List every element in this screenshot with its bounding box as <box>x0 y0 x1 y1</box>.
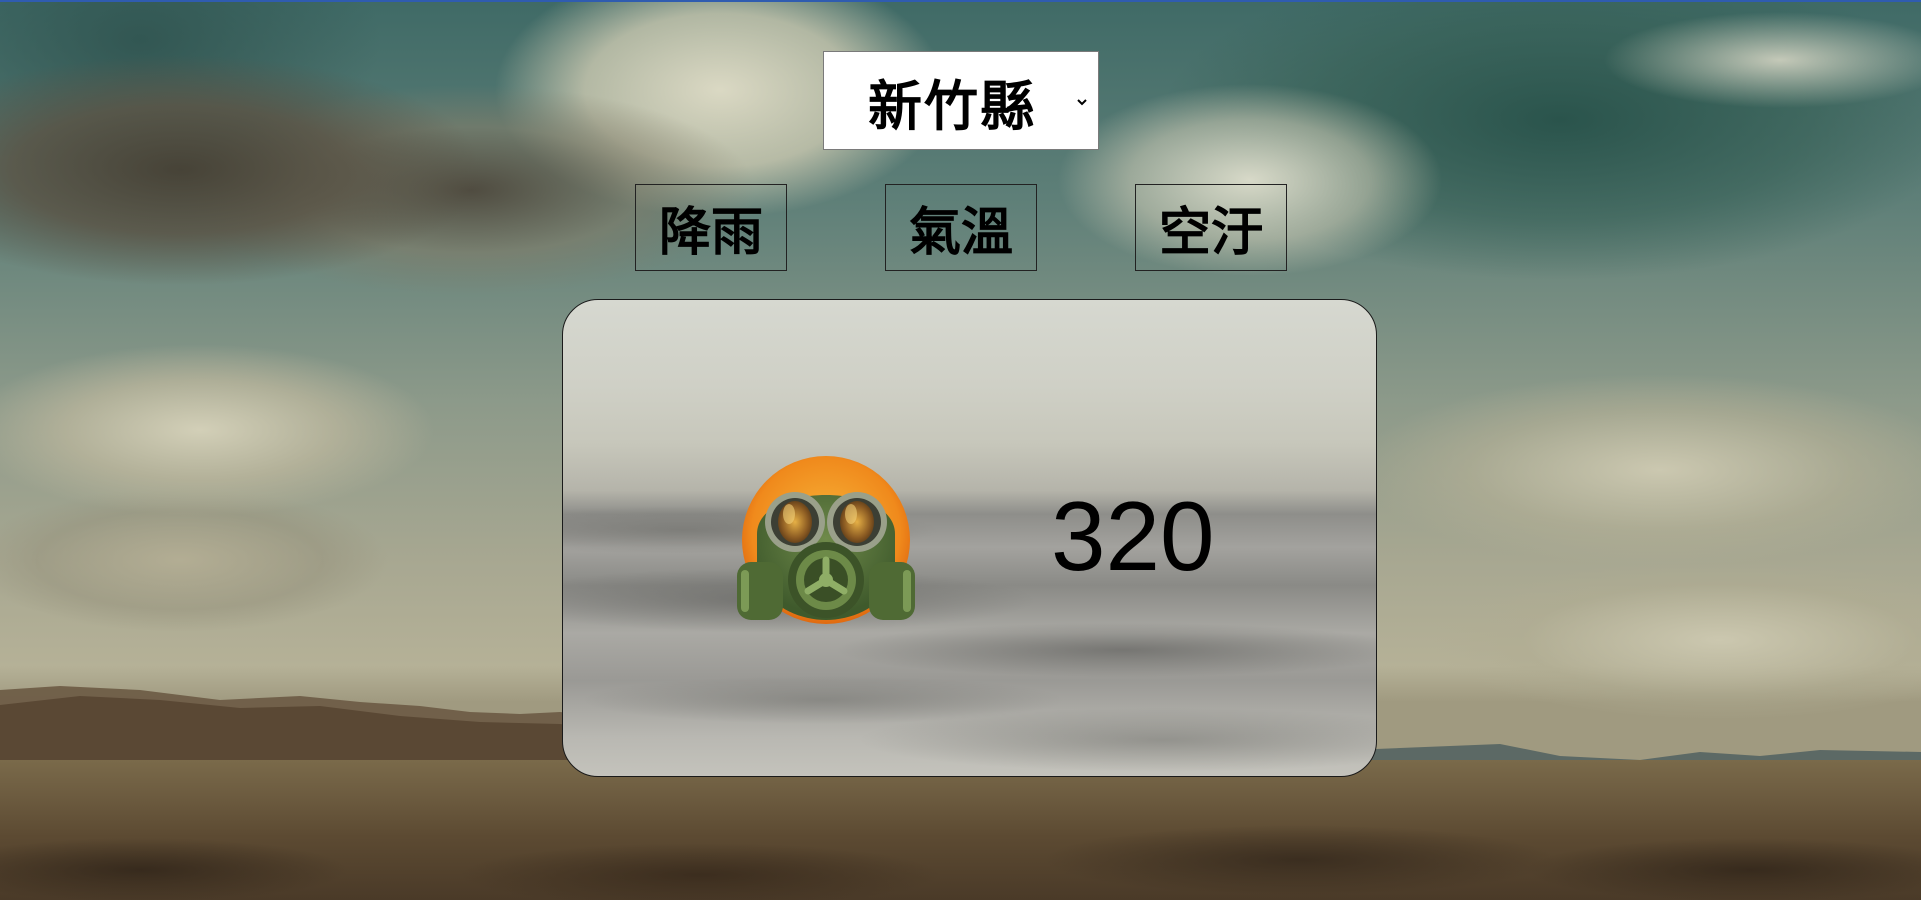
city-select[interactable]: 新竹縣 <box>823 51 1099 150</box>
result-card: 320 <box>562 299 1377 777</box>
tab-air-pollution-button[interactable]: 空汙 <box>1135 184 1287 271</box>
tab-temperature-button[interactable]: 氣溫 <box>885 184 1037 271</box>
tab-rain-button[interactable]: 降雨 <box>635 184 787 271</box>
city-select-value: 新竹縣 <box>868 75 1036 138</box>
gas-mask-icon <box>737 456 915 624</box>
foreground-plain <box>0 760 1921 900</box>
air-quality-value: 320 <box>1051 480 1215 591</box>
chevron-down-icon <box>1077 99 1087 106</box>
weather-app: 新竹縣 降雨 氣溫 空汙 320 <box>0 0 1921 900</box>
